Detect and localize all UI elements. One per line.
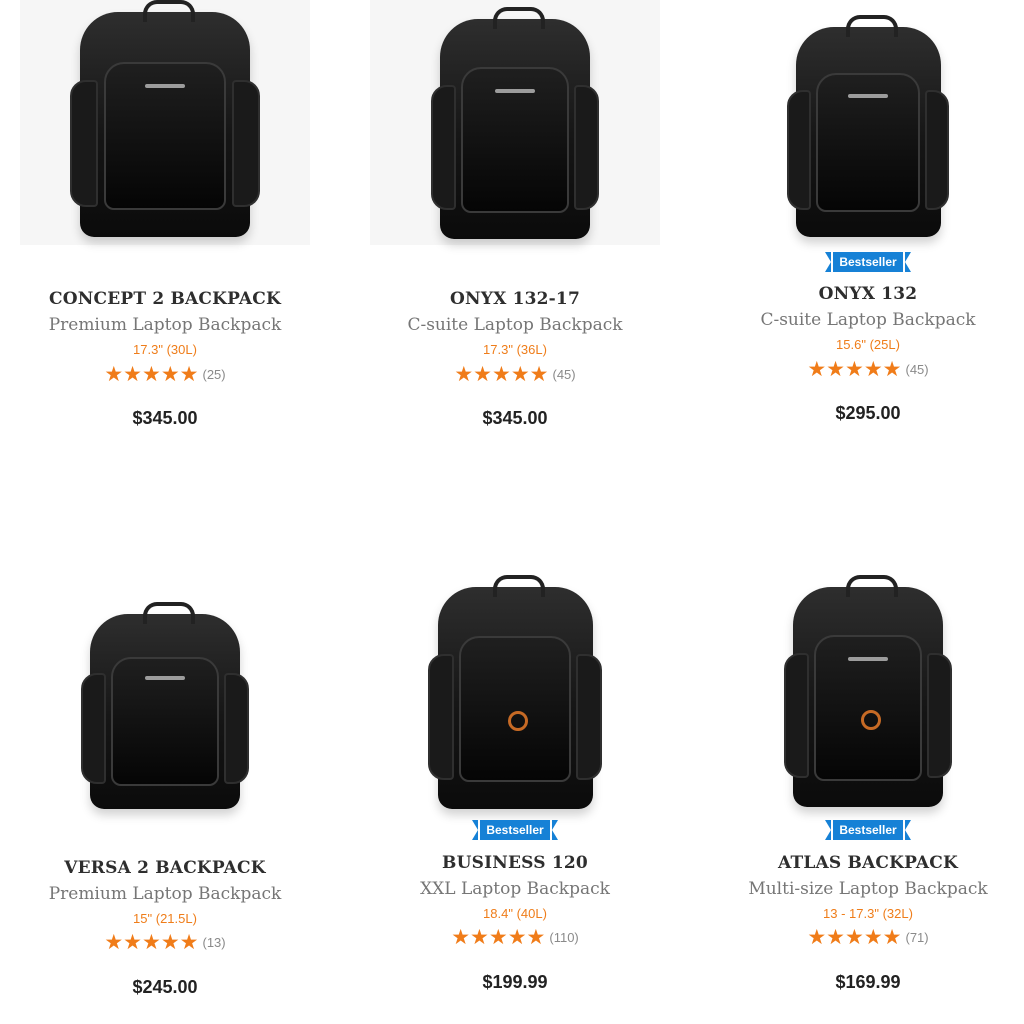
- product-rating[interactable]: ★★★★★ (45): [723, 359, 1013, 380]
- product-name[interactable]: VERSA 2 BACKPACK: [20, 858, 310, 878]
- product-rating[interactable]: ★★★★★ (25): [20, 364, 310, 385]
- rating-stars-icon: ★★★★★: [807, 357, 902, 381]
- product-price: $295.00: [835, 403, 901, 423]
- product-price: $199.99: [482, 972, 548, 992]
- review-count[interactable]: (45): [553, 367, 576, 382]
- product-image[interactable]: [370, 0, 660, 245]
- badge-label: Bestseller: [833, 820, 903, 840]
- rating-stars-icon: ★★★★★: [451, 925, 546, 949]
- product-name[interactable]: ATLAS BACKPACK: [723, 853, 1013, 873]
- product-image[interactable]: [20, 0, 310, 245]
- product-image[interactable]: [723, 570, 1013, 815]
- product-size: 18.4" (40L): [483, 906, 547, 921]
- review-count[interactable]: (45): [906, 362, 929, 377]
- badge-label: Bestseller: [833, 252, 903, 272]
- review-count[interactable]: (25): [203, 367, 226, 382]
- rating-stars-icon: ★★★★★: [104, 930, 199, 954]
- product-image[interactable]: [20, 570, 310, 815]
- product-size: 17.3" (30L): [133, 342, 197, 357]
- product-rating[interactable]: ★★★★★ (71): [723, 927, 1013, 948]
- badge-label: Bestseller: [480, 820, 550, 840]
- product-price: $245.00: [132, 977, 198, 997]
- product-size: 13 - 17.3" (32L): [823, 906, 913, 921]
- review-count[interactable]: (13): [203, 935, 226, 950]
- product-subtitle: XXL Laptop Backpack: [420, 879, 610, 899]
- rating-stars-icon: ★★★★★: [807, 925, 902, 949]
- rating-stars-icon: ★★★★★: [454, 362, 549, 386]
- product-subtitle: Premium Laptop Backpack: [48, 315, 282, 335]
- product-price: $345.00: [482, 408, 548, 428]
- product-price: $345.00: [132, 408, 198, 428]
- rating-stars-icon: ★★★★★: [104, 362, 199, 386]
- product-image[interactable]: [723, 0, 1013, 245]
- bestseller-badge: Bestseller: [465, 820, 565, 840]
- review-count[interactable]: (71): [906, 930, 929, 945]
- product-image[interactable]: [370, 570, 660, 815]
- product-price: $169.99: [835, 972, 901, 992]
- product-subtitle: Premium Laptop Backpack: [48, 884, 282, 904]
- bestseller-badge: Bestseller: [818, 252, 918, 272]
- product-name[interactable]: ONYX 132-17: [370, 289, 660, 309]
- review-count[interactable]: (110): [549, 930, 578, 945]
- product-subtitle: Multi-size Laptop Backpack: [748, 879, 988, 899]
- product-name[interactable]: CONCEPT 2 BACKPACK: [20, 289, 310, 309]
- product-subtitle: C-suite Laptop Backpack: [760, 310, 976, 330]
- product-size: 15" (21.5L): [133, 911, 197, 926]
- product-rating[interactable]: ★★★★★ (110): [370, 927, 660, 948]
- product-name[interactable]: BUSINESS 120: [370, 853, 660, 873]
- product-size: 17.3" (36L): [483, 342, 547, 357]
- bestseller-badge: Bestseller: [818, 820, 918, 840]
- product-rating[interactable]: ★★★★★ (13): [20, 932, 310, 953]
- product-subtitle: C-suite Laptop Backpack: [407, 315, 623, 335]
- product-size: 15.6" (25L): [836, 337, 900, 352]
- product-rating[interactable]: ★★★★★ (45): [370, 364, 660, 385]
- product-name[interactable]: ONYX 132: [723, 284, 1013, 304]
